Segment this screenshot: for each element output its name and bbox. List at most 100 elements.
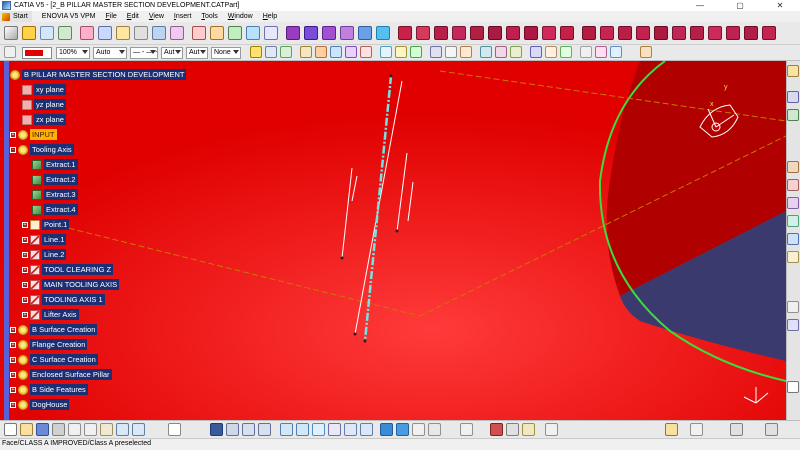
catalog-icon[interactable] [654, 26, 668, 40]
fill-icon[interactable] [246, 26, 260, 40]
menu-view[interactable]: View [149, 13, 164, 20]
tree-item-main-tooling-axis[interactable]: + MAIN TOOLING AXIS [22, 278, 120, 291]
line-endpoint[interactable] [395, 229, 399, 233]
extrapolate-icon[interactable] [542, 26, 556, 40]
formula-icon[interactable] [168, 423, 181, 436]
spline-icon[interactable] [345, 46, 357, 58]
update-icon[interactable] [58, 26, 72, 40]
pan-icon[interactable] [242, 423, 255, 436]
powercopy-icon[interactable] [636, 26, 650, 40]
menu-edit[interactable]: Edit [127, 13, 139, 20]
line-endpoint[interactable] [340, 256, 344, 260]
tree-root[interactable]: B PILLAR MASTER SECTION DEVELOPMENT [10, 68, 187, 81]
conic-icon[interactable] [480, 46, 492, 58]
pattern-icon[interactable] [618, 26, 632, 40]
multi-view-icon[interactable] [328, 423, 341, 436]
rotate-icon[interactable] [452, 26, 466, 40]
compass[interactable]: y x [690, 84, 750, 149]
render-icon[interactable] [787, 319, 799, 331]
tree-item-yz-plane[interactable]: yz plane [22, 98, 66, 111]
translate-icon[interactable] [434, 26, 448, 40]
polyline-icon[interactable] [380, 46, 392, 58]
zoom-in-icon[interactable] [280, 423, 293, 436]
menu-insert[interactable]: Insert [174, 13, 192, 20]
draft-analysis-icon[interactable] [690, 26, 704, 40]
tree-item-xy-plane[interactable]: xy plane [22, 83, 66, 96]
normal-view-icon[interactable] [312, 423, 325, 436]
tree-item-c-surface-creation[interactable]: + C Surface Creation [10, 353, 98, 366]
expand-icon[interactable]: + [10, 371, 16, 378]
rotate-view-icon[interactable] [258, 423, 271, 436]
undo-icon[interactable] [116, 423, 129, 436]
trim-icon[interactable] [340, 26, 354, 40]
split-icon[interactable] [322, 26, 336, 40]
measure-icon[interactable] [580, 46, 592, 58]
isoparametric-icon[interactable] [510, 46, 522, 58]
law-icon[interactable] [582, 26, 596, 40]
tree-item-doghouse[interactable]: + DogHouse [10, 398, 70, 411]
new-icon[interactable] [4, 423, 17, 436]
expand-icon[interactable]: + [22, 266, 28, 273]
lock-icon[interactable] [522, 423, 535, 436]
extract-tool-icon[interactable] [376, 26, 390, 40]
view-icon[interactable] [787, 91, 799, 103]
expand-icon[interactable]: + [10, 131, 16, 138]
tree-item-line-1[interactable]: + Line.1 [22, 233, 67, 246]
axis-system-icon[interactable] [530, 46, 542, 58]
dash-combo[interactable]: — - — - [130, 47, 158, 59]
layer-combo[interactable]: None [211, 47, 241, 59]
hide-show-icon[interactable] [595, 46, 607, 58]
multi-section-icon[interactable] [264, 26, 278, 40]
zoom-area-icon[interactable] [344, 423, 357, 436]
geometrical-set-tool-icon[interactable] [80, 26, 94, 40]
plane-icon[interactable] [280, 46, 292, 58]
measure-between-icon[interactable] [460, 423, 473, 436]
tree-item-line-2[interactable]: + Line.2 [22, 248, 67, 261]
close-button[interactable]: ✕ [760, 0, 800, 11]
snap-icon[interactable] [22, 26, 36, 40]
repetition-icon[interactable] [600, 26, 614, 40]
sectioning-icon[interactable] [490, 423, 503, 436]
expand-icon[interactable]: + [22, 236, 28, 243]
tree-item-extract-4[interactable]: Extract.4 [32, 203, 78, 216]
extrude-icon[interactable] [210, 26, 224, 40]
painter-icon[interactable] [4, 46, 16, 58]
affinity-icon[interactable] [506, 26, 520, 40]
near-icon[interactable] [560, 26, 574, 40]
linetype-combo[interactable]: Auto [93, 47, 127, 59]
point-cloud-icon[interactable] [787, 161, 799, 173]
copy-icon[interactable] [84, 423, 97, 436]
maximize-button[interactable]: ▢ [720, 0, 760, 11]
fly-mode-icon[interactable] [210, 423, 223, 436]
tree-item-flange-creation[interactable]: + Flange Creation [10, 338, 88, 351]
connect-curve-icon[interactable] [460, 46, 472, 58]
tree-item-tool-clearing-z[interactable]: + TOOL CLEARING Z [22, 263, 114, 276]
text-icon[interactable] [690, 423, 703, 436]
sketcher-icon[interactable] [787, 65, 799, 77]
tree-item-b-side-features[interactable]: + B Side Features [10, 383, 88, 396]
combine-icon[interactable] [395, 46, 407, 58]
chamfer-icon[interactable] [416, 26, 430, 40]
redo-icon[interactable] [132, 423, 145, 436]
shading-icon[interactable] [396, 423, 409, 436]
scaling-icon[interactable] [488, 26, 502, 40]
swap-space-icon[interactable] [428, 423, 441, 436]
axis-endpoint-bottom[interactable] [363, 339, 367, 343]
collapse-icon[interactable]: - [10, 146, 16, 153]
hybrid-icon[interactable] [787, 109, 799, 121]
match-icon[interactable] [787, 233, 799, 245]
tree-item-input[interactable]: + INPUT [10, 128, 57, 141]
project-icon[interactable] [300, 46, 312, 58]
quick-view-icon[interactable] [360, 423, 373, 436]
circle-icon[interactable] [330, 46, 342, 58]
expand-icon[interactable]: + [22, 296, 28, 303]
sweep-icon[interactable] [228, 26, 242, 40]
point-on-curve-icon[interactable] [545, 46, 557, 58]
tree-item-lifter-axis[interactable]: + Lifter Axis [22, 308, 79, 321]
curvature-icon[interactable] [708, 26, 722, 40]
cut-icon[interactable] [68, 423, 81, 436]
projection-tool-icon[interactable] [170, 26, 184, 40]
menu-file[interactable]: File [105, 13, 116, 20]
intersection-icon[interactable] [315, 46, 327, 58]
expand-icon[interactable]: + [22, 251, 28, 258]
